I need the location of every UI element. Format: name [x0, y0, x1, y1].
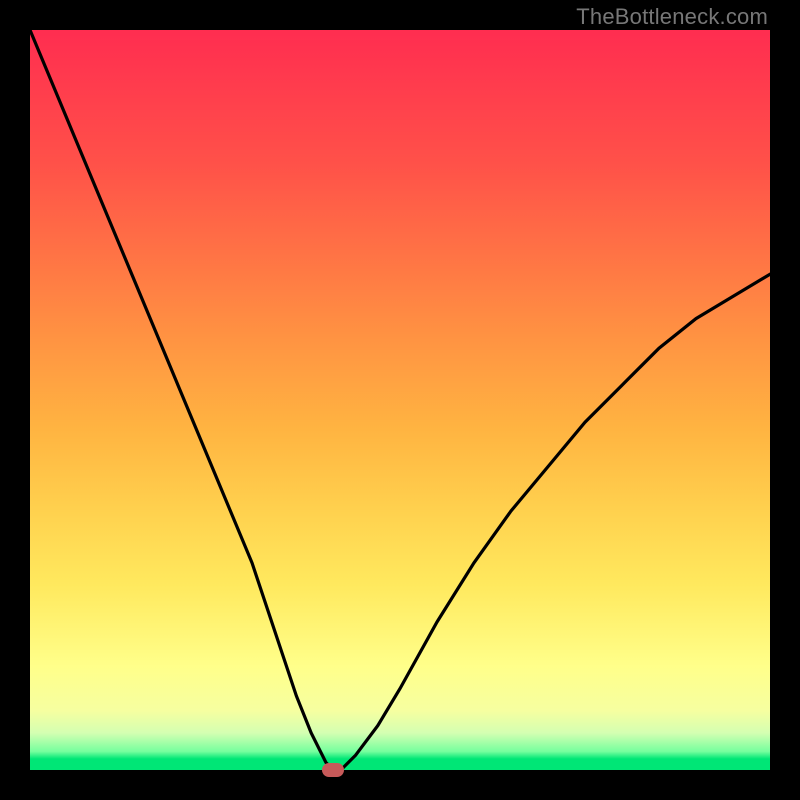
curve-path [30, 30, 770, 770]
watermark-text: TheBottleneck.com [576, 4, 768, 30]
optimal-point-marker [322, 763, 344, 777]
bottleneck-curve [30, 30, 770, 770]
chart-frame: TheBottleneck.com [0, 0, 800, 800]
